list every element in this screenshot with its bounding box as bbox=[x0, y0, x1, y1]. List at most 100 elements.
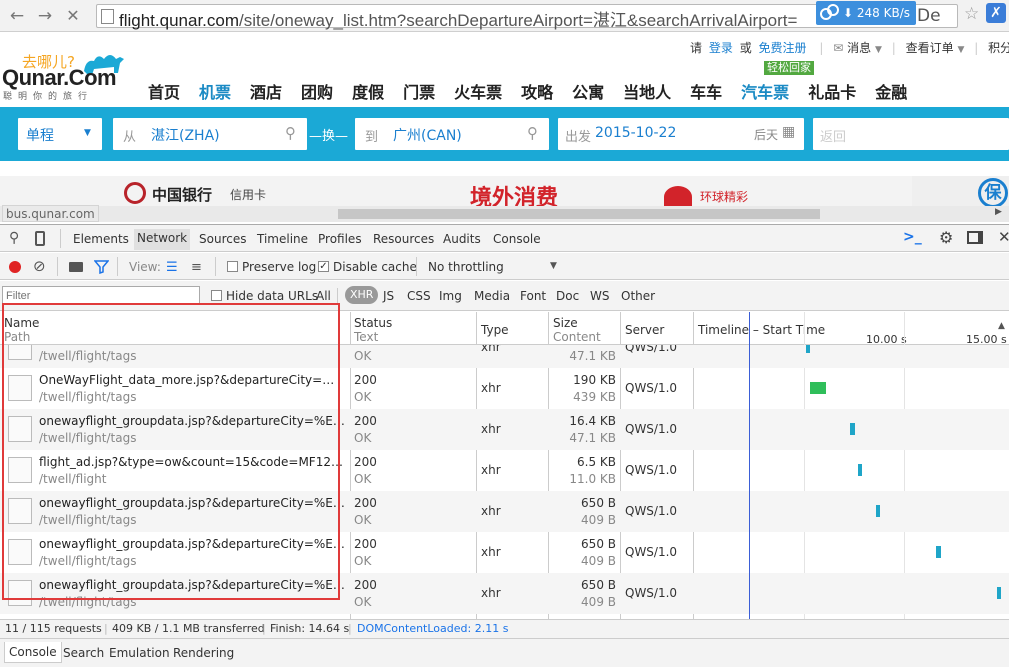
scroll-right-icon[interactable]: ▶ bbox=[995, 207, 1002, 217]
drawer-tab-search[interactable]: Search bbox=[63, 646, 104, 660]
timeline-bar bbox=[810, 382, 826, 394]
messages-link[interactable]: 消息 bbox=[847, 41, 871, 55]
request-server: QWS/1.0 bbox=[625, 463, 678, 477]
nav-badge: 轻松回家 bbox=[764, 61, 814, 75]
swap-button[interactable]: —换— bbox=[309, 125, 348, 144]
nav-item-2[interactable]: 酒店 bbox=[250, 79, 282, 103]
filter-type-doc[interactable]: Doc bbox=[556, 289, 579, 303]
disable-cache-checkbox[interactable]: ✓ bbox=[318, 261, 329, 272]
chevron-down-icon: ▼ bbox=[550, 261, 557, 271]
horizontal-scrollbar[interactable]: ▶ bbox=[0, 206, 1009, 222]
dock-icon[interactable] bbox=[967, 231, 983, 244]
drawer-tab-rendering[interactable]: Rendering bbox=[173, 646, 234, 660]
server-column-header[interactable]: Server bbox=[625, 323, 664, 337]
filter-type-other[interactable]: Other bbox=[621, 289, 655, 303]
gear-icon[interactable]: ⚙ bbox=[939, 228, 953, 247]
overview-icon[interactable]: ≡ bbox=[191, 260, 202, 275]
request-status-text: OK bbox=[354, 472, 372, 486]
filter-type-ws[interactable]: WS bbox=[590, 289, 609, 303]
clear-icon[interactable]: ⊘ bbox=[33, 257, 46, 275]
large-rows-icon[interactable]: ☰ bbox=[166, 260, 178, 275]
depart-date-input[interactable]: 出发 2015-10-22 后天 ▦ bbox=[558, 118, 804, 150]
hide-data-urls-label: Hide data URLs bbox=[226, 289, 319, 303]
nav-item-9[interactable]: 当地人 bbox=[623, 79, 671, 103]
back-icon[interactable]: ← bbox=[6, 5, 28, 27]
throttling-select[interactable]: No throttling bbox=[428, 260, 504, 274]
nav-item-5[interactable]: 门票 bbox=[403, 79, 435, 103]
device-mode-icon[interactable] bbox=[35, 231, 45, 246]
status-column-header[interactable]: Status Text bbox=[354, 316, 392, 344]
tab-sources[interactable]: Sources bbox=[199, 232, 246, 246]
register-link[interactable]: 免费注册 bbox=[759, 41, 807, 55]
tab-console[interactable]: Console bbox=[493, 232, 541, 246]
nav-item-6[interactable]: 火车票 bbox=[454, 79, 502, 103]
close-icon[interactable]: ✕ bbox=[998, 228, 1009, 246]
console-drawer-icon[interactable]: >_ bbox=[903, 229, 922, 245]
inspect-search-icon[interactable]: ⚲ bbox=[9, 230, 19, 246]
drawer-tab-console[interactable]: Console bbox=[4, 642, 62, 663]
return-date-input[interactable]: 返回 bbox=[813, 118, 1009, 150]
extension-icon[interactable]: ✗ bbox=[986, 3, 1006, 23]
logo[interactable]: Qunar.Com bbox=[2, 65, 117, 91]
filter-type-media[interactable]: Media bbox=[474, 289, 510, 303]
sort-up-icon[interactable]: ▲ bbox=[998, 321, 1005, 331]
star-icon[interactable]: ☆ bbox=[964, 4, 979, 24]
trip-type-select[interactable]: 单程 ▼ bbox=[18, 118, 102, 150]
tab-network[interactable]: Network bbox=[134, 229, 191, 250]
mail-icon: ✉ bbox=[833, 41, 844, 55]
promo-banner[interactable]: 中国银行 信用卡 境外消费 环球精彩 保 bbox=[0, 176, 1009, 208]
request-status: 200 bbox=[354, 414, 377, 428]
filter-type-css[interactable]: CSS bbox=[407, 289, 431, 303]
page-icon bbox=[101, 9, 114, 24]
tab-resources[interactable]: Resources bbox=[373, 232, 434, 246]
tab-profiles[interactable]: Profiles bbox=[318, 232, 362, 246]
request-server: QWS/1.0 bbox=[625, 586, 678, 600]
filter-type-font[interactable]: Font bbox=[520, 289, 546, 303]
filter-type-xhr[interactable]: XHR bbox=[345, 286, 379, 304]
forward-icon[interactable]: → bbox=[34, 5, 56, 27]
login-link[interactable]: 登录 bbox=[709, 41, 733, 55]
timeline-column-header[interactable]: Timeline – Start Time bbox=[698, 323, 825, 337]
filter-type-img[interactable]: Img bbox=[439, 289, 462, 303]
nav-item-3[interactable]: 团购 bbox=[301, 79, 333, 103]
tab-audits[interactable]: Audits bbox=[443, 232, 481, 246]
request-type: xhr bbox=[481, 381, 501, 395]
nav-item-13[interactable]: 金融 bbox=[875, 79, 907, 103]
orders-link[interactable]: 查看订单 bbox=[906, 41, 954, 55]
nav-item-0[interactable]: 首页 bbox=[148, 79, 180, 103]
location-pin-icon: ⚲ bbox=[285, 124, 296, 142]
nav-item-7[interactable]: 攻略 bbox=[521, 79, 553, 103]
nav-item-12[interactable]: 礼品卡 bbox=[808, 79, 856, 103]
drawer-tab-emulation[interactable]: Emulation bbox=[109, 646, 170, 660]
network-toolbar: ⊘ View: ☰ ≡ Preserve log ✓ Disable cache… bbox=[0, 253, 1009, 280]
record-icon[interactable] bbox=[9, 261, 21, 273]
nav-item-11[interactable]: 汽车票 bbox=[741, 79, 789, 103]
tab-elements[interactable]: Elements bbox=[73, 232, 129, 246]
timeline-bar bbox=[850, 423, 855, 435]
nav-item-4[interactable]: 度假 bbox=[352, 79, 384, 103]
camera-icon[interactable] bbox=[69, 262, 83, 272]
to-city-input[interactable]: 到 广州(CAN) ⚲ bbox=[355, 118, 549, 150]
main-nav: 首页 机票 酒店 团购 度假 门票 火车票 攻略 公寓 当地人 车车 汽车票 礼品卡 金融 bbox=[148, 79, 926, 103]
request-size: 16.4 KB bbox=[569, 414, 616, 428]
type-column-header[interactable]: Type bbox=[481, 323, 509, 337]
preserve-log-checkbox[interactable] bbox=[227, 261, 238, 272]
nav-item-10[interactable]: 车车 bbox=[690, 79, 722, 103]
request-status-text: OK bbox=[354, 431, 372, 445]
stop-icon[interactable]: ✕ bbox=[62, 5, 84, 27]
download-speed-badge[interactable]: ⬇ 248 KB/s bbox=[816, 1, 916, 25]
size-column-header[interactable]: Size Content bbox=[553, 316, 601, 344]
tab-timeline[interactable]: Timeline bbox=[257, 232, 308, 246]
request-content-size: 11.0 KB bbox=[569, 472, 616, 486]
nav-item-1[interactable]: 机票 bbox=[199, 79, 231, 103]
hide-data-urls-checkbox[interactable] bbox=[211, 290, 222, 301]
from-city-input[interactable]: 从 湛江(ZHA) ⚲ bbox=[113, 118, 307, 150]
nav-item-8[interactable]: 公寓 bbox=[572, 79, 604, 103]
filter-all[interactable]: All bbox=[316, 289, 331, 303]
filter-type-js[interactable]: JS bbox=[383, 289, 394, 303]
request-size: 650 B bbox=[581, 537, 616, 551]
filter-icon[interactable] bbox=[94, 259, 109, 274]
dcl-time: DOMContentLoaded: 2.11 s bbox=[357, 622, 509, 635]
points-link[interactable]: 积分 bbox=[988, 41, 1009, 55]
status-url-tooltip: bus.qunar.com bbox=[2, 205, 99, 222]
